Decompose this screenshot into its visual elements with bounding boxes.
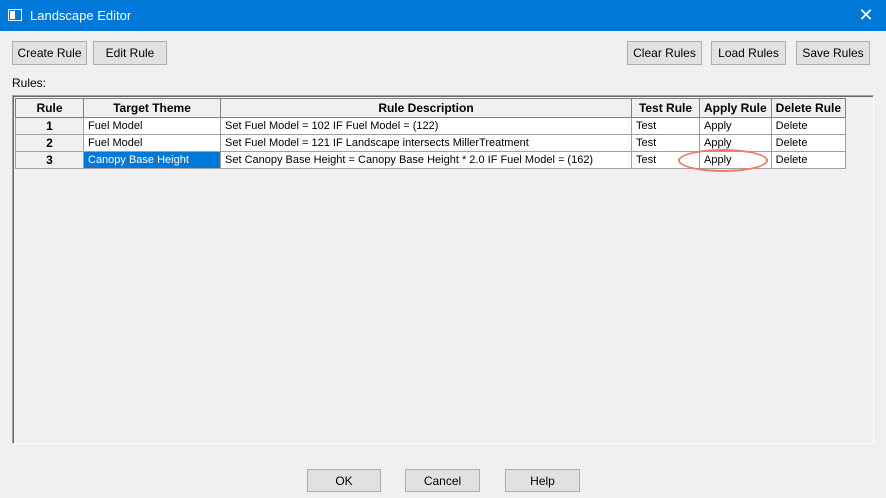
target-theme-cell-selected[interactable]: Canopy Base Height [83, 151, 221, 169]
delete-rule-cell[interactable]: Delete [770, 117, 847, 135]
apply-rule-cell[interactable]: Apply [699, 117, 772, 135]
save-rules-button[interactable]: Save Rules [796, 41, 870, 65]
cancel-button[interactable]: Cancel [405, 469, 480, 492]
load-rules-button[interactable]: Load Rules [711, 41, 786, 65]
ok-button[interactable]: OK [307, 469, 381, 492]
rule-number-cell[interactable]: 2 [15, 134, 84, 152]
title-bar: Landscape Editor ✕ [0, 0, 886, 31]
rule-description-cell[interactable]: Set Fuel Model = 102 IF Fuel Model = (12… [220, 117, 632, 135]
create-rule-button[interactable]: Create Rule [12, 41, 87, 65]
column-header-rule[interactable]: Rule [15, 98, 84, 118]
edit-rule-button[interactable]: Edit Rule [93, 41, 167, 65]
table-row: 2 Fuel Model Set Fuel Model = 121 IF Lan… [15, 134, 847, 152]
apply-rule-cell[interactable]: Apply [699, 134, 772, 152]
delete-rule-cell[interactable]: Delete [770, 151, 847, 169]
clear-rules-button[interactable]: Clear Rules [627, 41, 702, 65]
column-header-apply-rule[interactable]: Apply Rule [699, 98, 772, 118]
rules-table: Rule Target Theme Rule Description Test … [15, 98, 847, 169]
rule-number-cell[interactable]: 3 [15, 151, 84, 169]
rule-description-cell[interactable]: Set Fuel Model = 121 IF Landscape inters… [220, 134, 632, 152]
rules-grid: Rule Target Theme Rule Description Test … [12, 95, 874, 444]
test-rule-cell[interactable]: Test [631, 134, 700, 152]
help-button[interactable]: Help [505, 469, 580, 492]
test-rule-cell[interactable]: Test [631, 117, 700, 135]
column-header-delete-rule[interactable]: Delete Rule [770, 98, 847, 118]
delete-rule-cell[interactable]: Delete [770, 134, 847, 152]
target-theme-cell[interactable]: Fuel Model [83, 117, 221, 135]
window-title: Landscape Editor [30, 8, 132, 23]
rules-label: Rules: [12, 76, 47, 90]
table-row: 3 Canopy Base Height Set Canopy Base Hei… [15, 151, 847, 169]
table-row: 1 Fuel Model Set Fuel Model = 102 IF Fue… [15, 117, 847, 135]
target-theme-cell[interactable]: Fuel Model [83, 134, 221, 152]
close-icon[interactable]: ✕ [846, 0, 886, 31]
column-header-rule-description[interactable]: Rule Description [220, 98, 632, 118]
apply-rule-cell[interactable]: Apply [699, 151, 772, 169]
window-icon [8, 9, 22, 21]
column-header-test-rule[interactable]: Test Rule [631, 98, 700, 118]
rule-description-cell[interactable]: Set Canopy Base Height = Canopy Base Hei… [220, 151, 632, 169]
test-rule-cell[interactable]: Test [631, 151, 700, 169]
table-header-row: Rule Target Theme Rule Description Test … [15, 98, 847, 118]
column-header-target-theme[interactable]: Target Theme [83, 98, 221, 118]
rule-number-cell[interactable]: 1 [15, 117, 84, 135]
